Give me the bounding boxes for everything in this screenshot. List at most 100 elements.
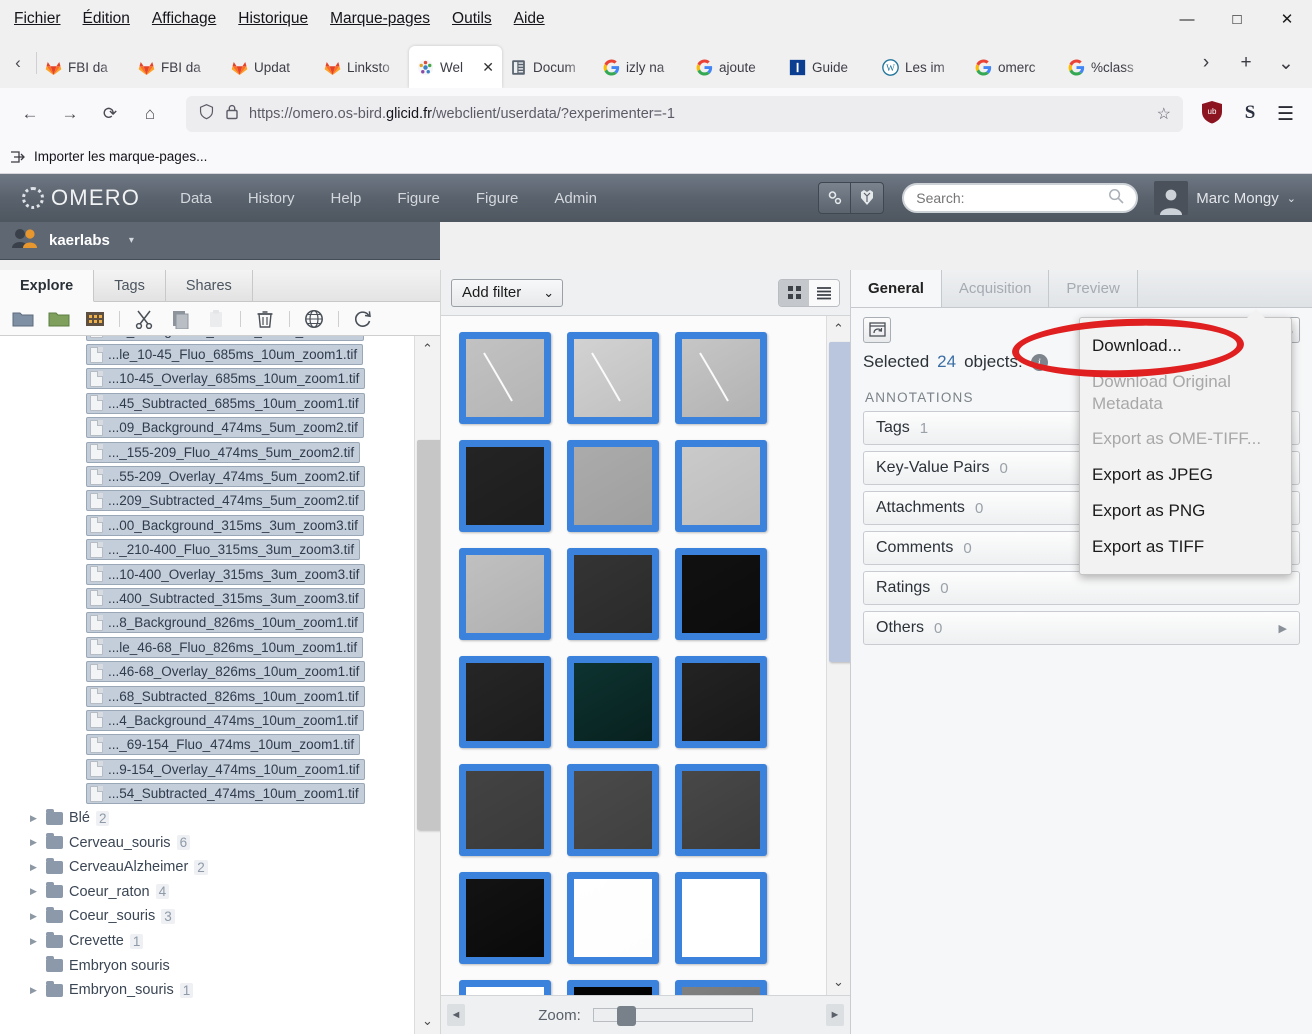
thumbnail-selected[interactable] — [459, 548, 551, 640]
tree-file-item[interactable]: ...55-209_Overlay_474ms_5um_zoom2.tif — [0, 464, 414, 488]
scroll-up-icon[interactable]: ⌃ — [415, 336, 440, 362]
close-button[interactable]: ✕ — [1262, 0, 1312, 38]
zoom-slider[interactable] — [592, 1006, 753, 1026]
thumbnail-selected[interactable] — [567, 656, 659, 748]
new-dataset-folder-icon[interactable] — [46, 306, 72, 332]
thumbnail-selected[interactable] — [459, 872, 551, 964]
tree-file-item[interactable]: ...46-68_Overlay_826ms_10um_zoom1.tif — [0, 659, 414, 683]
grid-scrollbar[interactable]: ⌃ ⌄ — [826, 316, 850, 995]
thumbnail-selected[interactable] — [567, 548, 659, 640]
expand-arrow-icon[interactable]: ▶ — [30, 837, 40, 848]
address-bar[interactable]: https://omero.os-bird.glicid.fr/webclien… — [186, 96, 1183, 132]
thumbnail-cell[interactable] — [559, 972, 667, 995]
thumbnail-cell[interactable] — [667, 432, 775, 540]
scrollbar-thumb[interactable] — [829, 342, 850, 662]
thumbnail-selected[interactable] — [675, 332, 767, 424]
omero-nav-data-0[interactable]: Data — [162, 190, 230, 207]
thumbnail-selected[interactable] — [459, 980, 551, 995]
thumbnail-selected[interactable] — [675, 656, 767, 748]
expand-arrow-icon[interactable]: ▶ — [30, 985, 40, 996]
browser-tab-0[interactable]: FBI da — [37, 46, 130, 88]
thumbnail-cell[interactable] — [559, 756, 667, 864]
info-icon[interactable]: i — [1030, 353, 1048, 371]
expand-arrow-icon[interactable]: ▶ — [30, 886, 40, 897]
new-tab-button[interactable]: + — [1226, 42, 1266, 84]
zoom-slider-knob[interactable] — [616, 1006, 636, 1026]
scrollbar-track[interactable] — [827, 342, 850, 969]
close-tab-icon[interactable]: ✕ — [482, 59, 494, 76]
thumbnail-cell[interactable] — [451, 648, 559, 756]
menu-fichier[interactable]: Fichier — [14, 10, 61, 28]
tree-file-item[interactable]: ..._69-154_Fluo_474ms_10um_zoom1.tif — [0, 733, 414, 757]
grid-view-icon[interactable] — [779, 279, 809, 306]
thumbnail-cell[interactable] — [451, 972, 559, 995]
scroll-left-icon[interactable]: ◄ — [447, 1004, 465, 1026]
tree-folder-item[interactable]: ▶ Embryon_souris 1 — [0, 978, 414, 1003]
expand-arrow-icon[interactable]: ▶ — [30, 911, 40, 922]
omero-nav-figure-4[interactable]: Figure — [458, 190, 537, 207]
right-tab-preview[interactable]: Preview — [1049, 270, 1138, 307]
thumbnail-selected[interactable] — [675, 440, 767, 532]
browser-tab-9[interactable]: W Les im — [874, 46, 967, 88]
delete-trash-icon[interactable] — [252, 306, 278, 332]
shield-icon[interactable] — [198, 103, 215, 125]
menu-marque-pages[interactable]: Marque-pages — [330, 10, 430, 28]
tree-file-item[interactable]: ...10-45_Overlay_685ms_10um_zoom1.tif — [0, 367, 414, 391]
tree-file-item[interactable]: ...09_Background_474ms_5um_zoom2.tif — [0, 416, 414, 440]
thumbnail-cell[interactable] — [667, 972, 775, 995]
thumbnail-cell[interactable] — [667, 756, 775, 864]
thumbnail-selected[interactable] — [675, 872, 767, 964]
menu-item-export-as-png[interactable]: Export as PNG — [1080, 493, 1291, 529]
tree-scrollbar[interactable]: ⌃ ⌄ — [414, 336, 440, 1034]
omero-search-box[interactable] — [902, 183, 1139, 213]
bookmark-star-icon[interactable]: ☆ — [1157, 104, 1171, 124]
settings-gear-icon[interactable] — [819, 183, 852, 213]
home-button[interactable]: ⌂ — [132, 97, 168, 131]
tree-file-item[interactable]: ...9-154_Overlay_474ms_10um_zoom1.tif — [0, 757, 414, 781]
browser-tab-5[interactable]: Docum — [502, 46, 595, 88]
annotation-row-others[interactable]: Others 0 ▶ — [863, 611, 1300, 645]
open-in-viewer-icon[interactable] — [863, 317, 891, 343]
menu-affichage[interactable]: Affichage — [152, 10, 216, 28]
new-screen-icon[interactable] — [82, 306, 108, 332]
thumbnail-selected[interactable] — [675, 980, 767, 995]
thumbnail-cell[interactable] — [559, 432, 667, 540]
scroll-right-icon[interactable]: ► — [825, 1004, 844, 1026]
thumbnail-cell[interactable] — [451, 432, 559, 540]
thumbnail-cell[interactable] — [667, 648, 775, 756]
tree-file-item[interactable]: ...4_Background_474ms_10um_zoom1.tif — [0, 708, 414, 732]
list-view-icon[interactable] — [809, 279, 839, 306]
browser-tab-2[interactable]: Updat — [223, 46, 316, 88]
expand-arrow-icon[interactable]: ▶ — [30, 862, 40, 873]
thumbnail-cell[interactable] — [451, 324, 559, 432]
thumbnail-selected[interactable] — [567, 980, 659, 995]
thumbnail-cell[interactable] — [667, 864, 775, 972]
annotation-row-ratings[interactable]: Ratings 0 — [863, 571, 1300, 605]
tree-folder-item[interactable]: ▶ Crevette 1 — [0, 929, 414, 954]
scroll-up-icon[interactable]: ⌃ — [827, 316, 850, 342]
tree-file-item[interactable]: ...400_Subtracted_315ms_3um_zoom3.tif — [0, 586, 414, 610]
group-caret-icon[interactable]: ▾ — [129, 235, 134, 246]
add-filter-select[interactable]: Add filter ⌄ — [451, 278, 564, 307]
thumbnail-cell[interactable] — [451, 756, 559, 864]
tree-file-item[interactable]: ...45_Subtracted_685ms_10um_zoom1.tif — [0, 391, 414, 415]
left-tab-explore[interactable]: Explore — [0, 270, 95, 302]
tree-file-item[interactable]: ..._155-209_Fluo_474ms_5um_zoom2.tif — [0, 440, 414, 464]
omero-nav-admin-5[interactable]: Admin — [536, 190, 615, 207]
thumbnail-selected[interactable] — [459, 332, 551, 424]
scroll-tabs-right-icon[interactable]: › — [1186, 42, 1226, 84]
tree-folder-item[interactable]: ▶ CerveauAlzheimer 2 — [0, 855, 414, 880]
omero-logo[interactable]: OMERO — [22, 185, 140, 211]
browser-tab-3[interactable]: Linksto — [316, 46, 409, 88]
back-button[interactable]: ← — [12, 97, 48, 131]
new-project-folder-icon[interactable] — [10, 306, 36, 332]
cut-icon[interactable] — [131, 306, 157, 332]
expand-arrow-icon[interactable]: ▶ — [30, 936, 40, 947]
tree-file-item[interactable]: ...le_10-45_Fluo_685ms_10um_zoom1.tif — [0, 342, 414, 366]
thumbnail-selected[interactable] — [567, 764, 659, 856]
forward-button[interactable]: → — [52, 97, 88, 131]
browser-tab-7[interactable]: ajoute — [688, 46, 781, 88]
omero-nav-help-2[interactable]: Help — [312, 190, 379, 207]
tree-folder-item[interactable]: ▶ Coeur_raton 4 — [0, 880, 414, 905]
tree-file-item[interactable]: ..._210-400_Fluo_315ms_3um_zoom3.tif — [0, 538, 414, 562]
